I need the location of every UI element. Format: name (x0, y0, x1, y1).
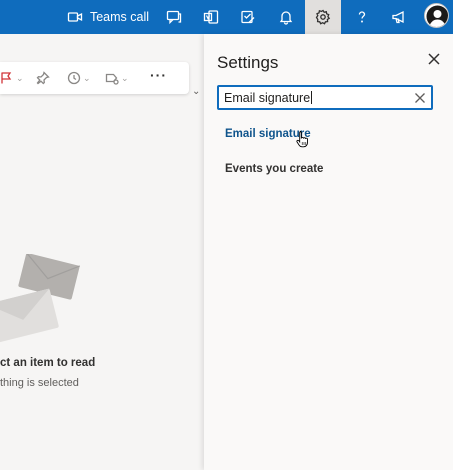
settings-button[interactable] (305, 0, 341, 34)
chat-button[interactable] (162, 0, 186, 34)
settings-panel: Settings Email signature Email signature… (204, 34, 453, 470)
empty-state-title: ct an item to read (0, 357, 96, 369)
help-button[interactable] (350, 0, 374, 34)
teams-call-label: Teams call (89, 10, 150, 24)
close-icon (428, 53, 440, 65)
feedback-button[interactable] (387, 0, 411, 34)
hand-cursor-icon (296, 131, 308, 148)
categorize-button[interactable]: ⌄ (105, 69, 129, 87)
teams-call-button[interactable]: Teams call (62, 0, 154, 34)
search-value: Email signature (224, 91, 311, 105)
office-icon (203, 10, 219, 24)
clear-search-button[interactable] (414, 91, 426, 109)
envelope-illustration (0, 254, 81, 343)
person-icon (425, 4, 448, 27)
avatar[interactable] (424, 3, 449, 28)
chevron-down-icon: ⌄ (16, 72, 24, 83)
notifications-button[interactable] (274, 0, 298, 34)
empty-state-subtitle: thing is selected (0, 377, 79, 389)
chat-icon (166, 10, 182, 25)
text-caret (311, 91, 313, 104)
chevron-down-icon: ⌄ (121, 72, 129, 83)
gear-icon (315, 9, 331, 25)
top-bar: Teams call (0, 0, 453, 34)
todo-icon (241, 10, 255, 24)
pin-button[interactable] (36, 69, 50, 87)
reading-pane: ⌄ ⌄ ⌄ ··· ⌄ ct an item to read thing is … (0, 34, 204, 470)
flag-icon (1, 72, 12, 84)
close-icon (415, 93, 425, 103)
help-icon (358, 11, 366, 23)
settings-title: Settings (217, 53, 279, 72)
megaphone-icon (392, 10, 404, 24)
chevron-down-icon: ⌄ (83, 72, 91, 83)
more-button[interactable]: ··· (150, 66, 167, 84)
categorize-icon (105, 73, 119, 85)
message-toolbar: ⌄ ⌄ ⌄ ··· (0, 62, 189, 94)
chevron-down-icon[interactable]: ⌄ (192, 86, 200, 97)
flag-button[interactable]: ⌄ (0, 69, 24, 87)
clock-icon (67, 71, 81, 85)
todo-button[interactable] (236, 0, 260, 34)
bell-icon (279, 11, 293, 25)
settings-search-input[interactable]: Email signature (217, 85, 433, 110)
snooze-button[interactable]: ⌄ (67, 69, 91, 87)
office-button[interactable] (199, 0, 223, 34)
search-result-events-you-create[interactable]: Events you create (225, 163, 323, 175)
pin-icon (36, 71, 50, 85)
video-camera-icon (67, 12, 83, 22)
close-button[interactable] (428, 52, 444, 68)
